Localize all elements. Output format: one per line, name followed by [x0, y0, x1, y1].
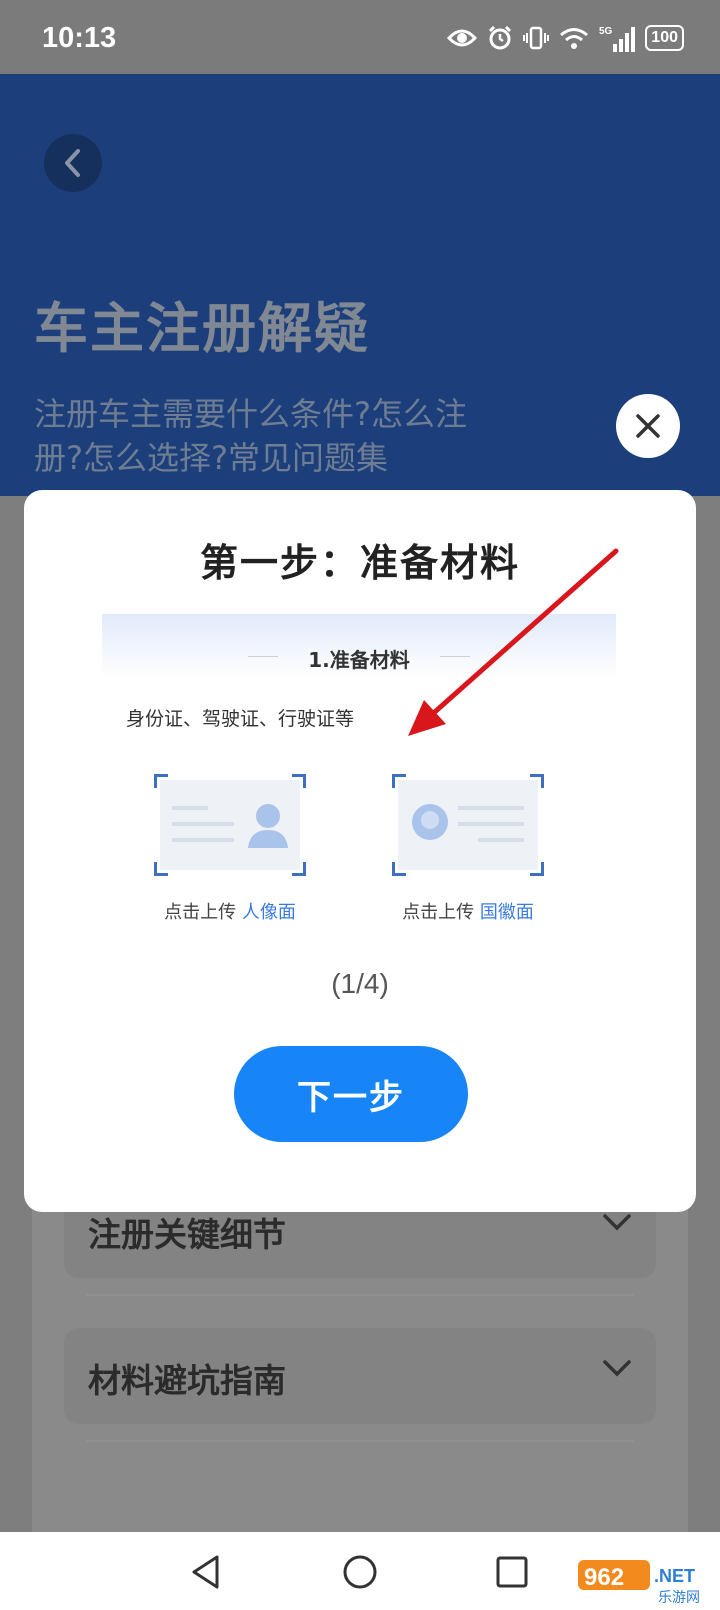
- watermark-suffix: .NET: [654, 1566, 695, 1586]
- status-time: 10:13: [42, 22, 117, 54]
- back-button[interactable]: [44, 134, 102, 192]
- square-recents-icon: [496, 1556, 528, 1588]
- accordion-label: 材料避坑指南: [88, 1361, 286, 1400]
- signal-icon: 5G: [599, 26, 636, 52]
- status-icons: 5G 100: [447, 22, 684, 54]
- upload-back-label[interactable]: 点击上传 国徽面: [378, 898, 558, 924]
- eye-icon: [447, 29, 478, 47]
- signal-label: 5G: [599, 26, 613, 37]
- nav-home-button[interactable]: [338, 1550, 382, 1594]
- accordion-material-guide[interactable]: 材料避坑指南: [64, 1328, 656, 1424]
- page-subtitle: 注册车主需要什么条件?怎么注册?怎么选择?常见问题集: [34, 395, 467, 477]
- emblem-card-icon: [412, 804, 524, 842]
- circle-home-icon: [343, 1555, 377, 1589]
- guide-illustration: 1.准备材料 身份证、驾驶证、行驶证等 点击上传 人像面 点击上传 国徽面: [102, 614, 616, 964]
- portrait-card-icon: [172, 804, 288, 848]
- next-step-button[interactable]: 下一步: [234, 1046, 468, 1142]
- nav-back-button[interactable]: [184, 1550, 228, 1594]
- divider: [86, 1440, 634, 1442]
- step-pager: (1/4): [331, 968, 389, 999]
- illustration-heading: 1.准备材料: [308, 648, 410, 672]
- upload-front-label[interactable]: 点击上传 人像面: [140, 898, 320, 924]
- upload-back-highlight: 国徽面: [479, 902, 534, 923]
- upload-back-frame[interactable]: [392, 774, 544, 876]
- illustration-description: 身份证、驾驶证、行驶证等: [126, 708, 355, 730]
- wifi-icon: [560, 28, 589, 49]
- battery-indicator: 100: [645, 25, 684, 51]
- alarm-icon: [489, 25, 512, 50]
- guide-modal: 第一步：准备材料 1.准备材料 身份证、驾驶证、行驶证等 点击上传 人像面 点击…: [24, 490, 696, 1212]
- divider: [86, 1294, 634, 1296]
- accordion-label: 注册关键细节: [88, 1215, 286, 1254]
- modal-title: 第一步：准备材料: [199, 541, 520, 585]
- page-title: 车主注册解疑: [34, 297, 370, 360]
- site-watermark: 962 .NET 乐游网: [578, 1560, 700, 1606]
- close-icon: [636, 414, 660, 438]
- vibrate-icon: [523, 26, 550, 50]
- id-card-front: [160, 780, 300, 870]
- chevron-down-icon: [603, 1214, 631, 1231]
- watermark-brand: 962: [584, 1564, 624, 1591]
- chevron-left-icon: [65, 149, 80, 177]
- upload-front-highlight: 人像面: [241, 902, 296, 923]
- status-bar: 10:13 5G 100: [0, 0, 720, 74]
- modal-close-button[interactable]: [616, 394, 680, 458]
- watermark-caption: 乐游网: [658, 1590, 700, 1606]
- upload-front-frame[interactable]: [154, 774, 306, 876]
- triangle-back-icon: [192, 1555, 219, 1589]
- nav-recents-button[interactable]: [490, 1550, 534, 1594]
- upload-back-prefix: 点击上传: [402, 902, 475, 923]
- id-card-back: [398, 780, 538, 870]
- upload-front-prefix: 点击上传: [164, 902, 237, 923]
- chevron-down-icon: [603, 1360, 631, 1377]
- page-header: 车主注册解疑 注册车主需要什么条件?怎么注册?怎么选择?常见问题集: [0, 74, 720, 496]
